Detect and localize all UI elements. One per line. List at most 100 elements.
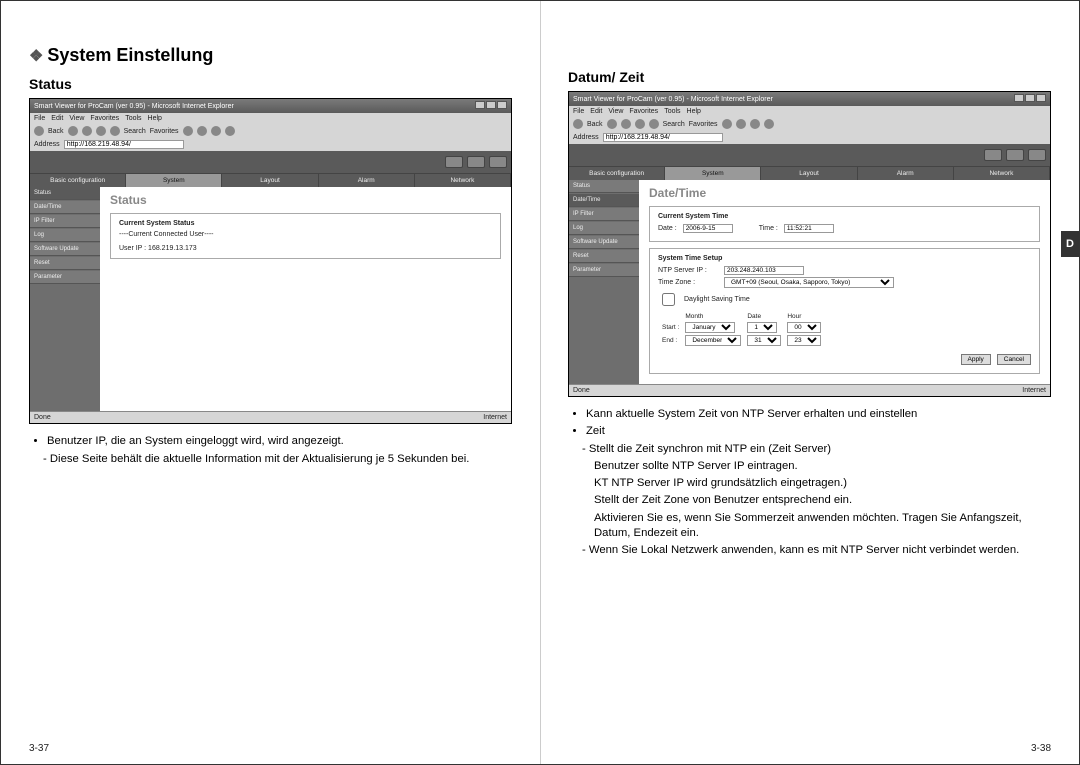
tab-layout[interactable]: Layout bbox=[222, 174, 318, 187]
start-hour-select[interactable]: 00 bbox=[787, 322, 821, 333]
media-icon[interactable] bbox=[183, 126, 193, 136]
sidebar-parameter[interactable]: Parameter bbox=[30, 271, 100, 284]
history-icon[interactable] bbox=[197, 126, 207, 136]
menu-bar[interactable]: File Edit View Favorites Tools Help bbox=[30, 113, 511, 124]
content-heading: Status bbox=[110, 193, 501, 207]
header-icon-2[interactable] bbox=[467, 156, 485, 168]
media-icon[interactable] bbox=[722, 119, 732, 129]
refresh-icon[interactable] bbox=[635, 119, 645, 129]
back-icon[interactable] bbox=[573, 119, 583, 129]
sidebar-status[interactable]: Status bbox=[30, 187, 100, 200]
menu-help[interactable]: Help bbox=[687, 108, 701, 115]
tab-system[interactable]: System bbox=[665, 167, 761, 180]
cancel-button[interactable]: Cancel bbox=[997, 354, 1031, 365]
mail-icon[interactable] bbox=[211, 126, 221, 136]
search-button[interactable]: Search bbox=[124, 128, 146, 135]
favorites-button[interactable]: Favorites bbox=[150, 128, 179, 135]
sidebar-reset[interactable]: Reset bbox=[569, 250, 639, 263]
sidebar-update[interactable]: Software Update bbox=[30, 243, 100, 256]
ntp-input[interactable] bbox=[724, 266, 804, 275]
stop-icon[interactable] bbox=[82, 126, 92, 136]
menu-edit[interactable]: Edit bbox=[51, 115, 63, 122]
apply-button[interactable]: Apply bbox=[961, 354, 991, 365]
browser-window-right: Smart Viewer for ProCam (ver 0.95) - Mic… bbox=[568, 91, 1051, 397]
start-month-select[interactable]: January bbox=[685, 322, 735, 333]
sidebar-ipfilter[interactable]: IP Filter bbox=[30, 215, 100, 228]
menu-help[interactable]: Help bbox=[148, 115, 162, 122]
back-button[interactable]: Back bbox=[48, 128, 64, 135]
menu-bar[interactable]: File Edit View Favorites Tools Help bbox=[569, 106, 1050, 117]
sidebar-datetime[interactable]: Date/Time bbox=[569, 194, 639, 207]
sidebar-log[interactable]: Log bbox=[30, 229, 100, 242]
sidebar: Status Date/Time IP Filter Log Software … bbox=[569, 180, 639, 384]
tab-alarm[interactable]: Alarm bbox=[319, 174, 415, 187]
header-icon-1[interactable] bbox=[445, 156, 463, 168]
sidebar-log[interactable]: Log bbox=[569, 222, 639, 235]
end-date-select[interactable]: 31 bbox=[747, 335, 781, 346]
tab-network[interactable]: Network bbox=[954, 167, 1050, 180]
menu-file[interactable]: File bbox=[573, 108, 584, 115]
tab-alarm[interactable]: Alarm bbox=[858, 167, 954, 180]
address-input[interactable] bbox=[603, 133, 723, 142]
sidebar-ipfilter[interactable]: IP Filter bbox=[569, 208, 639, 221]
sidebar-update[interactable]: Software Update bbox=[569, 236, 639, 249]
section-title-text: System Einstellung bbox=[47, 45, 213, 65]
tab-network[interactable]: Network bbox=[415, 174, 511, 187]
menu-tools[interactable]: Tools bbox=[125, 115, 141, 122]
toolbar[interactable]: Back Search Favorites bbox=[30, 124, 511, 138]
print-icon[interactable] bbox=[225, 126, 235, 136]
window-buttons[interactable] bbox=[1013, 94, 1046, 104]
mail-icon[interactable] bbox=[750, 119, 760, 129]
sidebar-reset[interactable]: Reset bbox=[30, 257, 100, 270]
tab-system[interactable]: System bbox=[126, 174, 222, 187]
history-icon[interactable] bbox=[736, 119, 746, 129]
tab-basic[interactable]: Basic configuration bbox=[30, 174, 126, 187]
date-input[interactable] bbox=[683, 224, 733, 233]
page-number-right: 3-38 bbox=[1031, 743, 1051, 754]
app-header bbox=[569, 144, 1050, 166]
stop-icon[interactable] bbox=[621, 119, 631, 129]
favorites-button[interactable]: Favorites bbox=[689, 121, 718, 128]
back-icon[interactable] bbox=[34, 126, 44, 136]
menu-view[interactable]: View bbox=[608, 108, 623, 115]
menu-view[interactable]: View bbox=[69, 115, 84, 122]
header-icon-3[interactable] bbox=[489, 156, 507, 168]
menu-tools[interactable]: Tools bbox=[664, 108, 680, 115]
end-hour-select[interactable]: 23 bbox=[787, 335, 821, 346]
menu-file[interactable]: File bbox=[34, 115, 45, 122]
back-button[interactable]: Back bbox=[587, 121, 603, 128]
col-month: Month bbox=[683, 313, 743, 320]
refresh-icon[interactable] bbox=[96, 126, 106, 136]
home-icon[interactable] bbox=[649, 119, 659, 129]
sidebar-parameter[interactable]: Parameter bbox=[569, 264, 639, 277]
address-input[interactable] bbox=[64, 140, 184, 149]
menu-edit[interactable]: Edit bbox=[590, 108, 602, 115]
tab-basic[interactable]: Basic configuration bbox=[569, 167, 665, 180]
address-label: Address bbox=[34, 141, 60, 148]
header-icon-3[interactable] bbox=[1028, 149, 1046, 161]
home-icon[interactable] bbox=[110, 126, 120, 136]
row-start-label: Start : bbox=[660, 322, 681, 333]
menu-favorites[interactable]: Favorites bbox=[629, 108, 658, 115]
window-buttons[interactable] bbox=[474, 101, 507, 111]
sidebar-status[interactable]: Status bbox=[569, 180, 639, 193]
r-bullet-2c: KT NTP Server IP wird grundsätzlich eing… bbox=[594, 476, 1051, 491]
search-button[interactable]: Search bbox=[663, 121, 685, 128]
r-bullet-2a: - Stellt die Zeit synchron mit NTP ein (… bbox=[582, 442, 1051, 457]
start-date-select[interactable]: 1 bbox=[747, 322, 777, 333]
time-input[interactable] bbox=[784, 224, 834, 233]
forward-icon[interactable] bbox=[607, 119, 617, 129]
tab-layout[interactable]: Layout bbox=[761, 167, 857, 180]
menu-favorites[interactable]: Favorites bbox=[90, 115, 119, 122]
window-title: Smart Viewer for ProCam (ver 0.95) - Mic… bbox=[34, 103, 234, 110]
tz-select[interactable]: GMT+09 (Seoul, Osaka, Sapporo, Tokyo) bbox=[724, 277, 894, 288]
toolbar[interactable]: Back Search Favorites bbox=[569, 117, 1050, 131]
panel-line1: ----Current Connected User---- bbox=[119, 231, 492, 238]
header-icon-1[interactable] bbox=[984, 149, 1002, 161]
end-month-select[interactable]: December bbox=[685, 335, 741, 346]
sidebar-datetime[interactable]: Date/Time bbox=[30, 201, 100, 214]
forward-icon[interactable] bbox=[68, 126, 78, 136]
header-icon-2[interactable] bbox=[1006, 149, 1024, 161]
print-icon[interactable] bbox=[764, 119, 774, 129]
dst-checkbox[interactable] bbox=[662, 293, 675, 306]
